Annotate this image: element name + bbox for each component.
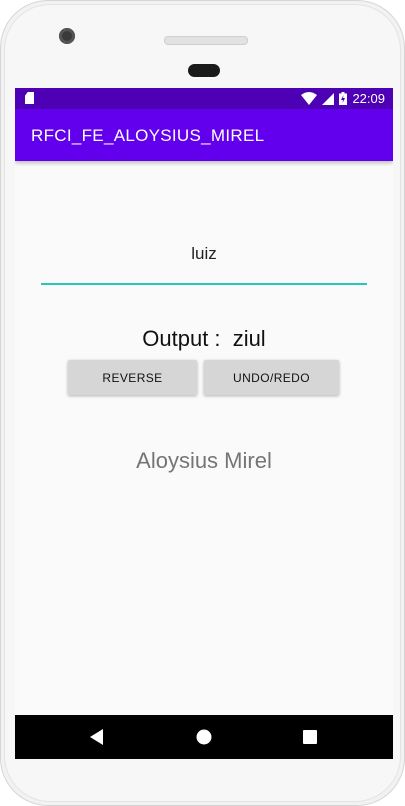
wifi-icon: [301, 92, 318, 105]
status-icons: 22:09: [301, 90, 385, 107]
main-content: Output : ziul REVERSE UNDO/REDO Aloysius…: [15, 161, 393, 715]
author-name: Aloysius Mirel: [136, 448, 272, 473]
recents-icon: [303, 730, 317, 744]
text-input[interactable]: [41, 223, 367, 285]
phone-frame: 22:09 RFCI_FE_ALOYSIUS_MIREL Output : zi…: [0, 0, 405, 806]
navigation-bar: [15, 715, 393, 759]
output-label: Output :: [142, 326, 221, 351]
battery-charging-icon: [339, 92, 348, 105]
button-row: REVERSE UNDO/REDO: [68, 360, 340, 396]
proximity-sensor: [188, 64, 220, 77]
app-title: RFCI_FE_ALOYSIUS_MIREL: [31, 126, 265, 145]
output-row: Output : ziul: [15, 326, 393, 352]
output-value: ziul: [232, 326, 266, 351]
text-input-container: [41, 223, 367, 295]
earpiece-speaker: [164, 36, 248, 45]
app-bar: RFCI_FE_ALOYSIUS_MIREL: [15, 109, 393, 161]
device-screen: 22:09 RFCI_FE_ALOYSIUS_MIREL Output : zi…: [15, 88, 393, 759]
signal-icon: [322, 92, 335, 105]
sd-card-icon: [25, 92, 34, 104]
reverse-button[interactable]: REVERSE: [68, 360, 197, 395]
back-button[interactable]: [87, 727, 107, 747]
input-underline: [41, 283, 367, 285]
back-icon: [90, 729, 103, 745]
front-camera: [59, 28, 75, 44]
undo-redo-button[interactable]: UNDO/REDO: [204, 360, 339, 395]
clock: 22:09: [352, 91, 385, 106]
home-button[interactable]: [194, 727, 214, 747]
status-bar: 22:09: [15, 88, 393, 109]
recents-button[interactable]: [300, 727, 320, 747]
home-icon: [196, 729, 212, 745]
